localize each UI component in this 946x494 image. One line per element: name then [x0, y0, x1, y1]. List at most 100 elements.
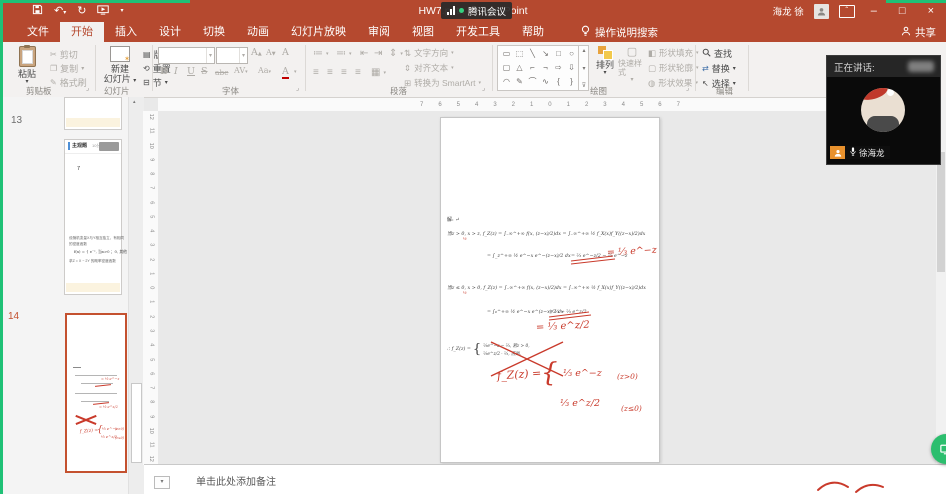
font-name-combobox[interactable]: ▾ [158, 47, 215, 64]
align-right-button[interactable]: ≡ [341, 67, 347, 78]
shadow-abc-button[interactable]: abc [215, 68, 228, 77]
replace-button[interactable]: ⇄ 替换 ▾ [702, 62, 736, 75]
slide-thumbnail-13[interactable]: 主观题 10分 ⚙ 设置 7 设随机变量X与Y相互独立，有相同 的密度函数 f(… [64, 139, 127, 295]
shape-item[interactable]: ⌐ [530, 64, 535, 72]
close-button[interactable]: × [922, 0, 940, 22]
columns-button[interactable]: ▦ ▾ [371, 67, 386, 78]
tab-design[interactable]: 设计 [148, 22, 192, 42]
notes-collapse-button[interactable]: ▾ [154, 476, 170, 489]
font-color-caret-icon[interactable]: ▾ [294, 69, 297, 75]
shape-item[interactable]: ¬ [543, 64, 548, 72]
shape-outline-button[interactable]: ▢ 形状轮廓 ▾ [648, 62, 699, 74]
shape-item[interactable]: } [570, 78, 573, 86]
slide-canvas[interactable]: 解: ↵ 当z > 0, x > z, f_Z(z) = ∫₋∞^+∞ f(x,… [440, 117, 660, 463]
ribbon-display-options-button[interactable]: ⌃ [838, 4, 855, 18]
underline-button[interactable]: U [187, 66, 195, 77]
horizontal-ruler[interactable]: 7 6 5 4 3 2 1 0 1 2 3 4 5 6 7 [158, 98, 936, 111]
shape-fill-button[interactable]: ◧ 形状填充 ▾ [648, 47, 699, 59]
numbering-button[interactable]: ≕ ▾ [336, 48, 352, 59]
shape-item[interactable]: ⬚ [516, 50, 524, 58]
font-name-caret-icon[interactable]: ▾ [205, 48, 214, 63]
section-button[interactable]: ⊟ 节 ▾ [143, 76, 168, 89]
tab-transitions[interactable]: 切换 [192, 22, 236, 42]
bold-button[interactable]: B [160, 66, 168, 77]
quick-styles-button[interactable]: ▢ 快速样式 ▾ [618, 46, 646, 84]
font-color-button[interactable]: A [282, 66, 289, 79]
tencent-meeting-badge[interactable]: 腾讯会议 [441, 2, 513, 19]
find-button[interactable]: 查找 [702, 47, 732, 60]
restore-button[interactable]: □ [893, 0, 912, 22]
align-center-button[interactable]: ≡ [327, 67, 333, 78]
copy-button[interactable]: ❐ 复制 ▾ [50, 62, 84, 75]
shape-item[interactable]: ▭ [503, 50, 511, 58]
cut-button[interactable]: ✂ 剪切 [50, 48, 78, 61]
vertical-ruler[interactable]: 12 11 10 9 8 7 6 5 4 3 2 1 0 1 2 3 4 5 6 7 8 9 10 11 12 [143, 111, 158, 465]
shape-item[interactable]: ↘ [542, 50, 549, 58]
shape-item[interactable]: ⇩ [568, 64, 575, 72]
notes-placeholder[interactable]: 单击此处添加备注 [196, 473, 276, 488]
shape-item[interactable]: ⇨ [555, 64, 562, 72]
tab-help[interactable]: 帮助 [511, 22, 555, 42]
account-avatar[interactable] [813, 3, 829, 19]
char-spacing-button[interactable]: AV▾ [234, 66, 248, 75]
tab-review[interactable]: 审阅 [357, 22, 401, 42]
tab-developer[interactable]: 开发工具 [445, 22, 511, 42]
shape-item[interactable]: △ [516, 64, 522, 72]
tab-view[interactable]: 视图 [401, 22, 445, 42]
tab-slideshow[interactable]: 幻灯片放映 [280, 22, 357, 42]
floating-meeting-ball[interactable] [931, 434, 946, 464]
decrease-indent-button[interactable]: ⇤ [360, 48, 368, 59]
tab-animations[interactable]: 动画 [236, 22, 280, 42]
clear-formatting-button[interactable]: A [282, 47, 289, 58]
increase-font-button[interactable]: A▲ [251, 47, 262, 58]
shape-item[interactable]: ∿ [542, 78, 549, 86]
dialog-launcher-font[interactable]: ⌟ [296, 84, 299, 92]
new-slide-button[interactable]: ✶ 新建 幻灯片 ▾ [100, 46, 140, 85]
italic-button[interactable]: I [174, 66, 178, 77]
shape-item[interactable]: ╲ [530, 50, 535, 58]
shape-item[interactable]: ◠ [503, 78, 510, 86]
slide-thumbnail-partial[interactable]: 请使用配套V0.2以上版本打开浏览 [64, 97, 122, 130]
participant-video[interactable]: 徐海龙 [827, 77, 940, 164]
meeting-panel[interactable]: 正在讲话: 徐海龙 [826, 55, 941, 165]
justify-button[interactable]: ≡ [355, 67, 361, 78]
shape-item[interactable]: ✎ [516, 78, 523, 86]
shape-item[interactable]: ○ [569, 50, 574, 58]
arrange-button[interactable]: 排列 ▾ [592, 46, 618, 77]
tab-file[interactable]: 文件 [16, 22, 60, 42]
change-case-button[interactable]: Aa▾ [258, 66, 271, 75]
align-left-button[interactable]: ≡ [313, 67, 319, 78]
tab-insert[interactable]: 插入 [104, 22, 148, 42]
format-painter-button[interactable]: ✎ 格式刷 [50, 76, 87, 89]
shape-item[interactable]: ▢ [503, 64, 511, 72]
notes-panel[interactable]: ▾ 单击此处添加备注 [144, 464, 946, 494]
gallery-more-button[interactable]: ⊽ [582, 82, 586, 89]
scroll-up-icon[interactable]: ▴ [133, 99, 136, 105]
dialog-launcher-clipboard[interactable]: ⌟ [86, 84, 89, 92]
minimize-button[interactable]: – [865, 0, 883, 22]
align-text-button[interactable]: ⇕ 对齐文本 ▾ [404, 62, 454, 74]
increase-indent-button[interactable]: ⇥ [374, 48, 382, 59]
tellme-search[interactable]: 操作说明搜索 [581, 22, 658, 42]
thumbnail-scrollbar[interactable]: ▴ [128, 97, 144, 494]
tab-home[interactable]: 开始 [60, 22, 104, 42]
font-size-caret-icon[interactable]: ▾ [238, 48, 247, 63]
settings-button[interactable]: ⚙ 设置 [99, 142, 119, 156]
dialog-launcher-drawing[interactable]: ⌟ [686, 84, 689, 92]
strikethrough-button[interactable]: S [201, 66, 208, 77]
line-spacing-button[interactable]: ⇕ ▾ [389, 48, 403, 59]
slide-thumbnail-14-selected[interactable]: = ⅓ e^−z = ⅓ e^z/2 f_Z(z) = { ⅓ e^−z (z>… [65, 313, 127, 473]
gallery-up-button[interactable]: ▴ [582, 47, 585, 54]
font-size-combobox[interactable]: ▾ [216, 47, 248, 64]
bullets-button[interactable]: ≔ ▾ [313, 48, 329, 59]
gallery-down-button[interactable]: ▾ [582, 65, 585, 72]
shape-gallery[interactable]: ▭ ⬚ ╲ ↘ □ ○ ▢ △ ⌐ ¬ ⇨ ⇩ ◠ ✎ ⌒ ∿ {} [497, 45, 589, 91]
account-user-name[interactable]: 海龙 徐 [773, 4, 804, 18]
editor-scrollbar-thumb[interactable] [937, 152, 945, 272]
shape-item[interactable]: □ [556, 50, 561, 58]
paste-button[interactable]: 粘贴 ▾ [8, 45, 46, 86]
shape-effects-button[interactable]: ◍ 形状效果 ▾ [648, 77, 698, 89]
convert-smartart-button[interactable]: ⊞ 转换为 SmartArt ▾ [404, 77, 481, 89]
text-direction-button[interactable]: ⇅ 文字方向 ▾ [404, 47, 454, 59]
decrease-font-button[interactable]: A▼ [266, 48, 276, 57]
